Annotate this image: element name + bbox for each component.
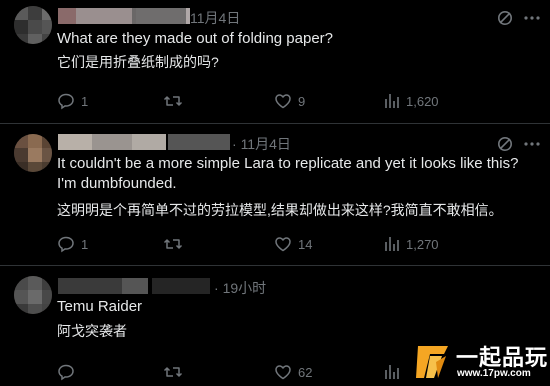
- like-count: 14: [298, 236, 313, 252]
- reply-icon: [58, 236, 74, 253]
- reply-count: 1: [81, 93, 89, 109]
- views-count: 1,620: [406, 93, 439, 109]
- heart-icon: [275, 365, 291, 380]
- repost-icon: [163, 96, 183, 106]
- heart-icon: [275, 237, 291, 252]
- heart-icon: [275, 94, 291, 109]
- post-translation: 阿戈突袭者: [57, 323, 127, 339]
- repost-button[interactable]: [163, 91, 189, 111]
- repost-button[interactable]: [163, 234, 189, 254]
- post-time-text: 19小时: [222, 280, 267, 296]
- grok-icon[interactable]: [497, 10, 513, 26]
- post-translation: 这明明是个再简单不过的劳拉模型,结果却做出来这样?我简直不敢相信。: [57, 202, 503, 218]
- avatar[interactable]: [14, 134, 52, 172]
- views-button[interactable]: 1,270: [384, 234, 439, 254]
- author-name[interactable]: [58, 278, 148, 294]
- author-handle[interactable]: [132, 8, 186, 24]
- repost-icon: [163, 239, 183, 249]
- reply-button[interactable]: 1: [57, 91, 88, 111]
- reply-button[interactable]: [57, 362, 81, 382]
- like-button[interactable]: 62: [274, 362, 312, 382]
- post-time-text: 11月4日: [240, 136, 291, 152]
- post-2[interactable]: · 11月4日 It couldn't be a more simple Lar…: [0, 124, 550, 266]
- post-text: Temu Raider: [57, 298, 143, 315]
- avatar[interactable]: [14, 276, 52, 314]
- post-time-text: 11月4日: [190, 10, 241, 26]
- grok-icon[interactable]: [497, 136, 513, 152]
- watermark: 一起品玩 www.17pw.com: [416, 338, 547, 384]
- views-icon: [385, 365, 399, 379]
- repost-icon: [163, 367, 183, 377]
- like-button[interactable]: 14: [274, 234, 312, 254]
- views-icon: [385, 237, 399, 251]
- reply-count: 1: [81, 236, 89, 252]
- like-count: 62: [298, 364, 313, 380]
- views-icon: [385, 94, 399, 108]
- watermark-url: www.17pw.com: [457, 368, 531, 379]
- like-button[interactable]: 9: [274, 91, 305, 111]
- author-handle[interactable]: [168, 134, 230, 150]
- author-name[interactable]: [58, 134, 166, 150]
- more-icon[interactable]: [523, 10, 541, 26]
- post-1[interactable]: 11月4日 What are they made out of folding …: [0, 0, 550, 124]
- views-button[interactable]: 1,620: [384, 91, 439, 111]
- post-time[interactable]: · 19小时: [214, 278, 266, 298]
- views-button[interactable]: [384, 362, 406, 382]
- like-count: 9: [298, 93, 306, 109]
- reply-icon: [58, 364, 74, 381]
- post-text: What are they made out of folding paper?: [57, 30, 334, 47]
- reply-button[interactable]: 1: [57, 234, 88, 254]
- avatar[interactable]: [14, 6, 52, 44]
- repost-button[interactable]: [163, 362, 189, 382]
- watermark-logo-icon: [416, 342, 452, 380]
- views-count: 1,270: [406, 236, 439, 252]
- reply-icon: [58, 93, 74, 110]
- post-time[interactable]: · 11月4日: [232, 134, 291, 154]
- post-time[interactable]: 11月4日: [190, 8, 240, 28]
- more-icon[interactable]: [523, 136, 541, 152]
- post-translation: 它们是用折叠纸制成的吗?: [57, 54, 219, 70]
- author-handle[interactable]: [152, 278, 210, 294]
- post-text: It couldn't be a more simple Lara to rep…: [57, 155, 519, 192]
